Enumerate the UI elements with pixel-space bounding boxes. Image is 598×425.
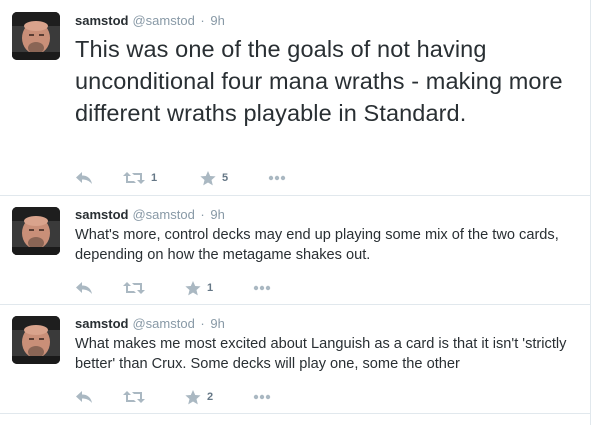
- favorite-count: 1: [207, 282, 214, 294]
- retweet-icon: [123, 282, 145, 294]
- separator: ·: [200, 316, 205, 331]
- tweet-header: samstod @samstod · 9h: [75, 207, 225, 222]
- more-dots-icon: [268, 175, 286, 181]
- favorite-count: 2: [207, 391, 214, 403]
- more-button[interactable]: [253, 387, 271, 407]
- retweet-button[interactable]: 1: [123, 168, 157, 188]
- favorite-count: 5: [222, 172, 229, 184]
- tweet[interactable]: samstod @samstod · 9h What makes me most …: [0, 305, 591, 413]
- tweet-text: This was one of the goals of not having …: [75, 36, 563, 126]
- retweet-icon: [123, 391, 145, 403]
- avatar[interactable]: [12, 12, 60, 60]
- user-name[interactable]: samstod: [75, 13, 128, 28]
- tweet[interactable]: samstod @samstod · 9h What's more, contro…: [0, 196, 591, 304]
- tweet-divider: [0, 413, 591, 414]
- reply-icon: [76, 172, 92, 184]
- retweet-button[interactable]: [123, 387, 151, 407]
- reply-button[interactable]: [75, 387, 93, 407]
- user-handle[interactable]: @samstod: [132, 207, 194, 222]
- separator: ·: [200, 207, 205, 222]
- user-name[interactable]: samstod: [75, 316, 128, 331]
- avatar[interactable]: [12, 316, 60, 364]
- more-dots-icon: [253, 285, 271, 291]
- tweet-header: samstod @samstod · 9h: [75, 13, 225, 28]
- reply-button[interactable]: [75, 168, 93, 188]
- tweet-header: samstod @samstod · 9h: [75, 316, 225, 331]
- favorite-button[interactable]: 2: [185, 387, 213, 407]
- more-button[interactable]: [268, 168, 286, 188]
- user-handle[interactable]: @samstod: [132, 316, 194, 331]
- retweet-button[interactable]: [123, 278, 151, 298]
- star-icon: [185, 280, 201, 295]
- separator: ·: [200, 13, 205, 28]
- avatar[interactable]: [12, 207, 60, 255]
- user-handle[interactable]: @samstod: [132, 13, 194, 28]
- tweet[interactable]: samstod @samstod · 9h This was one of the…: [0, 0, 591, 194]
- favorite-button[interactable]: 5: [200, 168, 228, 188]
- tweet-text: What's more, control decks may end up pl…: [75, 227, 559, 263]
- favorite-button[interactable]: 1: [185, 278, 213, 298]
- user-name[interactable]: samstod: [75, 207, 128, 222]
- reply-icon: [76, 391, 92, 403]
- tweet-timeline: samstod @samstod · 9h This was one of the…: [0, 0, 598, 425]
- timestamp[interactable]: 9h: [210, 13, 224, 28]
- timestamp[interactable]: 9h: [210, 207, 224, 222]
- timestamp[interactable]: 9h: [210, 316, 224, 331]
- tweet-text: What makes me most excited about Languis…: [75, 336, 567, 372]
- reply-icon: [76, 282, 92, 294]
- star-icon: [200, 170, 216, 185]
- more-button[interactable]: [253, 278, 271, 298]
- reply-button[interactable]: [75, 278, 93, 298]
- retweet-icon: [123, 172, 145, 184]
- more-dots-icon: [253, 394, 271, 400]
- retweet-count: 1: [151, 172, 158, 184]
- star-icon: [185, 389, 201, 404]
